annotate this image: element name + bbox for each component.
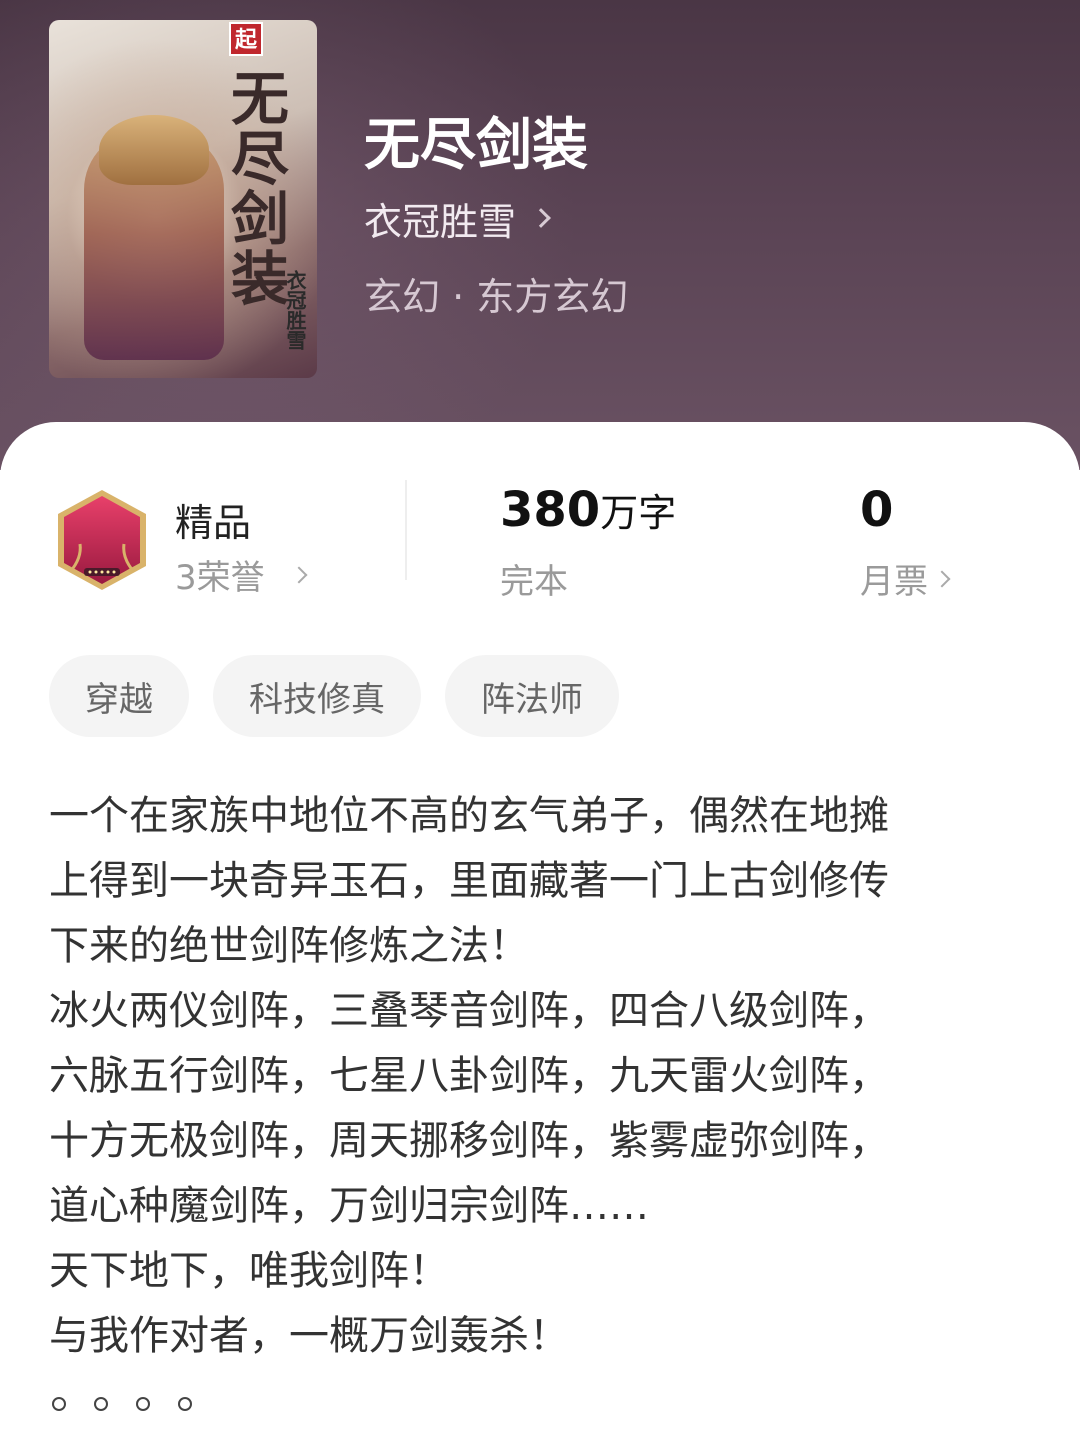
ellipsis-dot-icon (52, 1397, 66, 1411)
synopsis-line: 天下地下，唯我剑阵！ (49, 1248, 449, 1294)
book-cover-image[interactable]: 起 无尽剑装 衣冠胜雪 (49, 20, 317, 378)
tag-chip[interactable]: 阵法师 (445, 655, 619, 737)
tag-list: 穿越 科技修真 阵法师 (49, 655, 619, 737)
completion-status: 完本 (500, 562, 568, 602)
book-detail-card: 精品 3荣誉 380万字 完本 0 月票 穿越 科技修真 阵法师 一个在家族中地… (0, 422, 1080, 1444)
cover-vertical-author: 衣冠胜雪 (283, 270, 307, 350)
synopsis-line: 一个在家族中地位不高的玄气弟子，偶然在地摊 (49, 793, 889, 839)
chevron-right-icon (531, 208, 551, 228)
ellipsis-dot-icon (178, 1397, 192, 1411)
quality-label: 精品 (175, 501, 252, 545)
synopsis-line: 六脉五行剑阵，七星八卦剑阵，九天雷火剑阵， (49, 1053, 889, 1099)
synopsis-line: 道心种魔剑阵，万剑归宗剑阵…… (49, 1183, 649, 1229)
honor-link[interactable]: 3荣誉 (175, 550, 308, 599)
chevron-right-icon (933, 570, 951, 587)
synopsis-continuation-dots (52, 1397, 192, 1411)
author-link[interactable]: 衣冠胜雪 (364, 195, 551, 244)
synopsis-line: 与我作对者，一概万剑轰杀！ (49, 1313, 569, 1359)
word-count: 380万字 (500, 482, 676, 538)
cover-publisher-badge: 起 (229, 22, 263, 56)
monthly-ticket-label: 月票 (860, 562, 928, 602)
cover-figure-hair (99, 115, 209, 185)
author-name: 衣冠胜雪 (364, 199, 517, 244)
ellipsis-dot-icon (94, 1397, 108, 1411)
tag-chip[interactable]: 穿越 (49, 655, 189, 737)
synopsis-line: 冰火两仪剑阵，三叠琴音剑阵，四合八级剑阵， (49, 988, 889, 1034)
monthly-ticket-count: 0 (860, 482, 894, 538)
monthly-ticket-link[interactable]: 月票 (860, 554, 951, 603)
synopsis-line: 下来的绝世剑阵修炼之法！ (49, 923, 529, 969)
word-count-number: 380 (500, 482, 601, 538)
tag-chip[interactable]: 科技修真 (213, 655, 421, 737)
book-category: 玄幻 · 东方玄幻 (364, 275, 629, 319)
book-header: 起 无尽剑装 衣冠胜雪 无尽剑装 衣冠胜雪 玄幻 · 东方玄幻 (0, 0, 1080, 470)
word-count-unit: 万字 (600, 491, 677, 535)
ellipsis-dot-icon (136, 1397, 150, 1411)
stats-divider (405, 480, 407, 580)
book-stats: 精品 3荣誉 380万字 完本 0 月票 (0, 422, 1080, 622)
book-synopsis[interactable]: 一个在家族中地位不高的玄气弟子，偶然在地摊 上得到一块奇异玉石，里面藏著一门上古… (49, 784, 1039, 1369)
honor-count: 3荣誉 (175, 558, 265, 598)
premium-channel-medal-icon (58, 490, 146, 590)
chevron-right-icon (290, 566, 308, 583)
synopsis-line: 上得到一块奇异玉石，里面藏著一门上古剑修传 (49, 858, 889, 904)
synopsis-line: 十方无极剑阵，周天挪移剑阵，紫雾虚弥剑阵， (49, 1118, 889, 1164)
book-title: 无尽剑装 (364, 112, 588, 178)
